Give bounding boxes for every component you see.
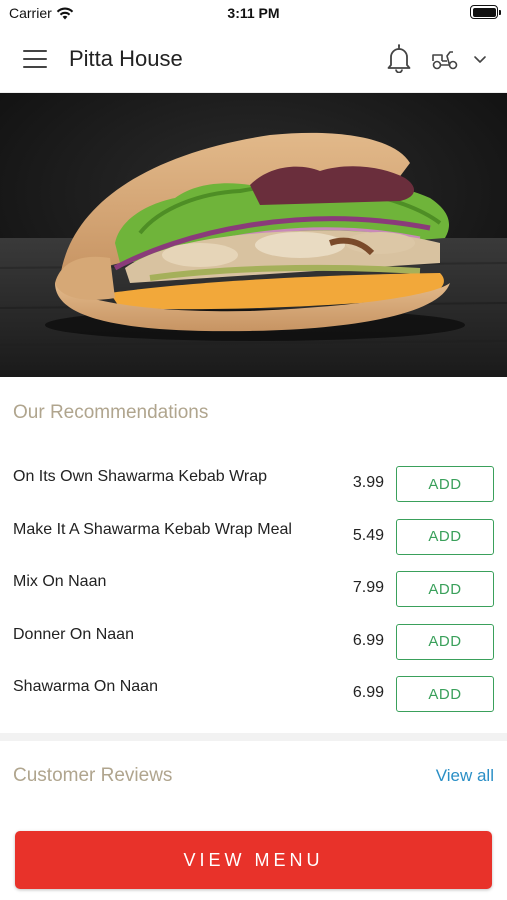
item-name: Shawarma On Naan: [13, 678, 158, 695]
item-name: Make It A Shawarma Kebab Wrap Meal: [13, 520, 292, 538]
list-item: Make It A Shawarma Kebab Wrap Meal 5.49 …: [0, 511, 507, 564]
scooter-delivery-icon: [432, 51, 458, 70]
item-name: On Its Own Shawarma Kebab Wrap: [13, 468, 268, 485]
item-price: 6.99: [352, 631, 384, 649]
list-item: On Its Own Shawarma Kebab Wrap 3.99 ADD: [0, 458, 507, 511]
item-name: Mix On Naan: [13, 573, 107, 590]
section-divider: [0, 733, 507, 741]
section-title-recommendations: Our Recommendations: [13, 402, 209, 423]
add-button[interactable]: ADD: [396, 518, 494, 555]
add-button[interactable]: ADD: [396, 676, 494, 712]
item-name: Donner On Naan: [13, 625, 134, 643]
page-title: Pitta House: [69, 46, 183, 71]
shawarma-wrap-photo: [0, 93, 507, 377]
item-price: 5.49: [352, 526, 384, 544]
hero-image: [0, 93, 507, 377]
list-item: Donner On Naan 6.99 ADD: [0, 616, 507, 669]
battery-icon: [470, 5, 501, 19]
item-price: 6.99: [352, 684, 384, 701]
bell-icon[interactable]: [385, 43, 413, 73]
item-price: 3.99: [352, 474, 384, 491]
add-button[interactable]: ADD: [396, 466, 494, 502]
chevron-down-icon: [474, 56, 486, 63]
list-item: Mix On Naan 7.99 ADD: [0, 563, 507, 616]
recommendations-list: On Its Own Shawarma Kebab Wrap 3.99 ADD …: [0, 458, 507, 721]
status-bar: Carrier 3:11 PM: [0, 0, 507, 26]
view-menu-button[interactable]: VIEW MENU: [15, 831, 492, 889]
add-button[interactable]: ADD: [396, 623, 494, 660]
delivery-mode-selector[interactable]: [430, 44, 492, 74]
view-all-reviews-link[interactable]: View all: [436, 766, 494, 786]
section-title-reviews: Customer Reviews: [13, 765, 173, 786]
item-price: 7.99: [352, 579, 384, 596]
add-button[interactable]: ADD: [396, 571, 494, 607]
list-item: Shawarma On Naan 6.99 ADD: [0, 668, 507, 721]
hamburger-menu-icon[interactable]: [23, 50, 47, 68]
status-time: 3:11 PM: [227, 5, 280, 21]
app-header: Pitta House: [0, 26, 507, 93]
